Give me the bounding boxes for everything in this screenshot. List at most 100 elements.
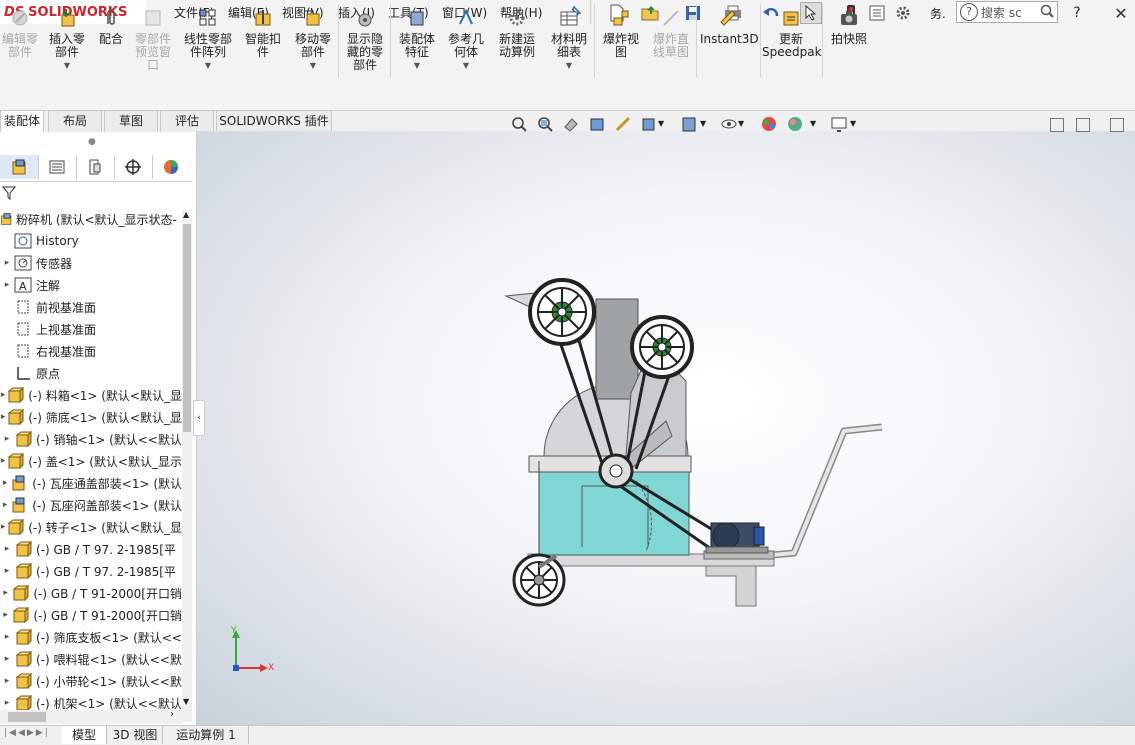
update-speedpak-button[interactable]: 更新 Speedpak <box>762 8 822 59</box>
smart-fasteners-button[interactable]: 智能扣 件 <box>240 8 286 59</box>
tab-assembly[interactable]: 装配体 <box>0 110 44 132</box>
expand-arrow-icon[interactable]: ▸ <box>0 566 14 576</box>
feature-manager-tabs <box>0 155 192 182</box>
hide-show-dropdown-icon[interactable]: ▼ <box>738 119 744 128</box>
tree-item[interactable]: ▸ (-) 小带轮<1> (默认<<默 <box>0 670 182 692</box>
origin-icon <box>14 365 32 381</box>
expand-arrow-icon[interactable]: ▸ <box>0 676 14 686</box>
component-preview-button[interactable]: 零部件 预览窗 口 <box>132 8 174 72</box>
view-settings-dropdown-icon[interactable]: ▼ <box>850 119 856 128</box>
tab-evaluate[interactable]: 评估 <box>160 110 214 132</box>
search-icon[interactable] <box>1040 4 1054 21</box>
trolley-wheel <box>512 553 566 607</box>
tree-item[interactable]: ▸ (-) GB / T 91-2000[开口销 <box>0 604 182 626</box>
tree-item[interactable]: ▸ (-) 筛底支板<1> (默认<< <box>0 626 182 648</box>
featuremanager-tree-tab[interactable] <box>0 155 39 179</box>
tree-item[interactable]: ▸ 传感器 <box>0 252 182 274</box>
tab-3d-view[interactable]: 3D 视图 <box>108 726 163 744</box>
linear-pattern-button[interactable]: 线性零部 件阵列 ▼ <box>180 8 236 72</box>
tab-layout[interactable]: 布局 <box>48 110 102 132</box>
explode-line-sketch-button[interactable]: 爆炸直 线草图 <box>648 8 694 59</box>
tree-item[interactable]: ▸ (-) GB / T 91-2000[开口销 <box>0 582 182 604</box>
tree-hscroll-thumb[interactable] <box>8 712 46 722</box>
expand-arrow-icon[interactable]: ▸ <box>0 544 14 554</box>
tree-item[interactable]: 上视基准面 <box>0 318 182 340</box>
tree-scroll-thumb[interactable] <box>183 224 191 432</box>
expand-arrow-icon[interactable]: ▸ <box>0 434 14 444</box>
expand-arrow-icon[interactable]: ▸ <box>0 632 14 642</box>
assembly-features-button[interactable]: 装配体 特征 ▼ <box>394 8 440 72</box>
scroll-up-icon[interactable]: ▲ <box>183 210 189 219</box>
reference-geometry-dropdown-icon[interactable]: ▼ <box>444 59 488 72</box>
tree-item[interactable]: ▸ A 注解 <box>0 274 182 296</box>
tree-item[interactable]: ▸ (-) GB / T 97. 2-1985[平 <box>0 560 182 582</box>
toolbar-overflow-label[interactable]: 务. <box>930 5 946 22</box>
insert-component-dropdown-icon[interactable]: ▼ <box>44 59 90 72</box>
expand-arrow-icon[interactable]: ▸ <box>0 588 11 598</box>
tree-item[interactable]: ▸ (-) 瓦座通盖部装<1> (默认 <box>0 472 182 494</box>
bill-of-materials-button[interactable]: 材料明 细表 ▼ <box>546 8 592 72</box>
dimxpert-manager-tab[interactable] <box>114 155 153 179</box>
tree-item[interactable]: ▸ (-) 销轴<1> (默认<<默认 <box>0 428 182 450</box>
tree-root[interactable]: 粉碎机 (默认<默认_显示状态- <box>0 208 182 230</box>
tile-viewport-icon[interactable] <box>1076 118 1090 132</box>
tree-item[interactable]: ▸ (-) 筛底<1> (默认<默认_显 <box>0 406 182 428</box>
configuration-manager-tab[interactable] <box>76 155 115 179</box>
expand-arrow-icon[interactable]: ▸ <box>0 280 14 290</box>
search-input[interactable]: ? 搜索 sc <box>956 1 1058 23</box>
filter-icon[interactable] <box>1 186 18 204</box>
expand-arrow-icon[interactable]: ▸ <box>0 478 10 488</box>
tree-item[interactable]: 原点 <box>0 362 182 384</box>
options-gear-icon[interactable] <box>892 2 914 24</box>
display-manager-tab[interactable] <box>152 155 190 179</box>
property-manager-tab[interactable] <box>38 155 77 179</box>
expand-arrow-icon[interactable]: ▸ <box>0 698 14 708</box>
move-component-dropdown-icon[interactable]: ▼ <box>290 59 336 72</box>
display-style-dropdown-icon[interactable]: ▼ <box>700 119 706 128</box>
tab-solidworks-addins[interactable]: SOLIDWORKS 插件 <box>216 110 332 132</box>
scene-dropdown-icon[interactable]: ▼ <box>810 119 816 128</box>
tree-item[interactable]: ▸ (-) 转子<1> (默认<默认_显 <box>0 516 182 538</box>
reference-geometry-button[interactable]: 参考几 何体 ▼ <box>444 8 488 72</box>
maximize-viewport-icon[interactable] <box>1110 118 1124 132</box>
tab-scroll-arrows-icon[interactable]: |◀◀▶▶| <box>4 728 50 738</box>
tree-item[interactable]: ▸ (-) 喂料辊<1> (默认<<默 <box>0 648 182 670</box>
expand-arrow-icon[interactable]: ▸ <box>0 654 14 664</box>
mate-button[interactable]: 配合 <box>94 8 128 46</box>
panel-collapse-handle[interactable]: ‹ <box>193 400 205 436</box>
new-motion-study-button[interactable]: 新建运 动算例 <box>494 8 540 59</box>
tab-model[interactable]: 模型 <box>62 726 107 744</box>
instant3d-button[interactable]: Instant3D <box>700 8 759 46</box>
view-orientation-dropdown-icon[interactable]: ▼ <box>658 119 664 128</box>
edit-component-button[interactable]: 编辑零 部件 <box>0 8 40 59</box>
close-icon[interactable]: ✕ <box>1110 2 1132 24</box>
tree-item[interactable]: ▸ (-) 瓦座闷盖部装<1> (默认 <box>0 494 182 516</box>
tree-item[interactable]: ▸ (-) 盖<1> (默认<默认_显示 <box>0 450 182 472</box>
insert-component-button[interactable]: 插入零 部件 ▼ <box>44 8 90 72</box>
linear-pattern-dropdown-icon[interactable]: ▼ <box>180 59 236 72</box>
tab-motion-study-1[interactable]: 运动算例 1 <box>164 726 249 744</box>
tree-item[interactable]: ▸ (-) GB / T 97. 2-1985[平 <box>0 538 182 560</box>
bill-of-materials-dropdown-icon[interactable]: ▼ <box>546 59 592 72</box>
tree-item[interactable]: History <box>0 230 182 252</box>
tree-item[interactable]: 前视基准面 <box>0 296 182 318</box>
crusher-machine-model[interactable] <box>196 131 1135 725</box>
panel-splitter-dot[interactable]: ● <box>88 137 96 147</box>
restore-viewport-icon[interactable] <box>1050 118 1064 132</box>
help-question-icon[interactable]: ? <box>1066 2 1088 24</box>
assembly-features-dropdown-icon[interactable]: ▼ <box>394 59 440 72</box>
tree-item[interactable]: ▸ (-) 料箱<1> (默认<默认_显 <box>0 384 182 406</box>
move-component-button[interactable]: 移动零 部件 ▼ <box>290 8 336 72</box>
tree-item[interactable]: 右视基准面 <box>0 340 182 362</box>
take-snapshot-button[interactable]: 拍快照 <box>826 8 872 46</box>
scroll-right-icon[interactable]: › <box>170 709 174 720</box>
expand-arrow-icon[interactable]: ▸ <box>0 610 11 620</box>
new-motion-study-label: 新建运 动算例 <box>498 32 535 59</box>
scroll-down-icon[interactable]: ▼ <box>183 697 189 706</box>
expand-arrow-icon[interactable]: ▸ <box>0 500 10 510</box>
tab-sketch[interactable]: 草图 <box>104 110 158 132</box>
expand-arrow-icon[interactable]: ▸ <box>0 258 14 268</box>
edit-component-label: 编辑零 部件 <box>1 32 38 59</box>
exploded-view-button[interactable]: 爆炸视 图 <box>598 8 644 59</box>
show-hidden-components-button[interactable]: 显示隐 藏的零 部件 <box>342 8 388 72</box>
